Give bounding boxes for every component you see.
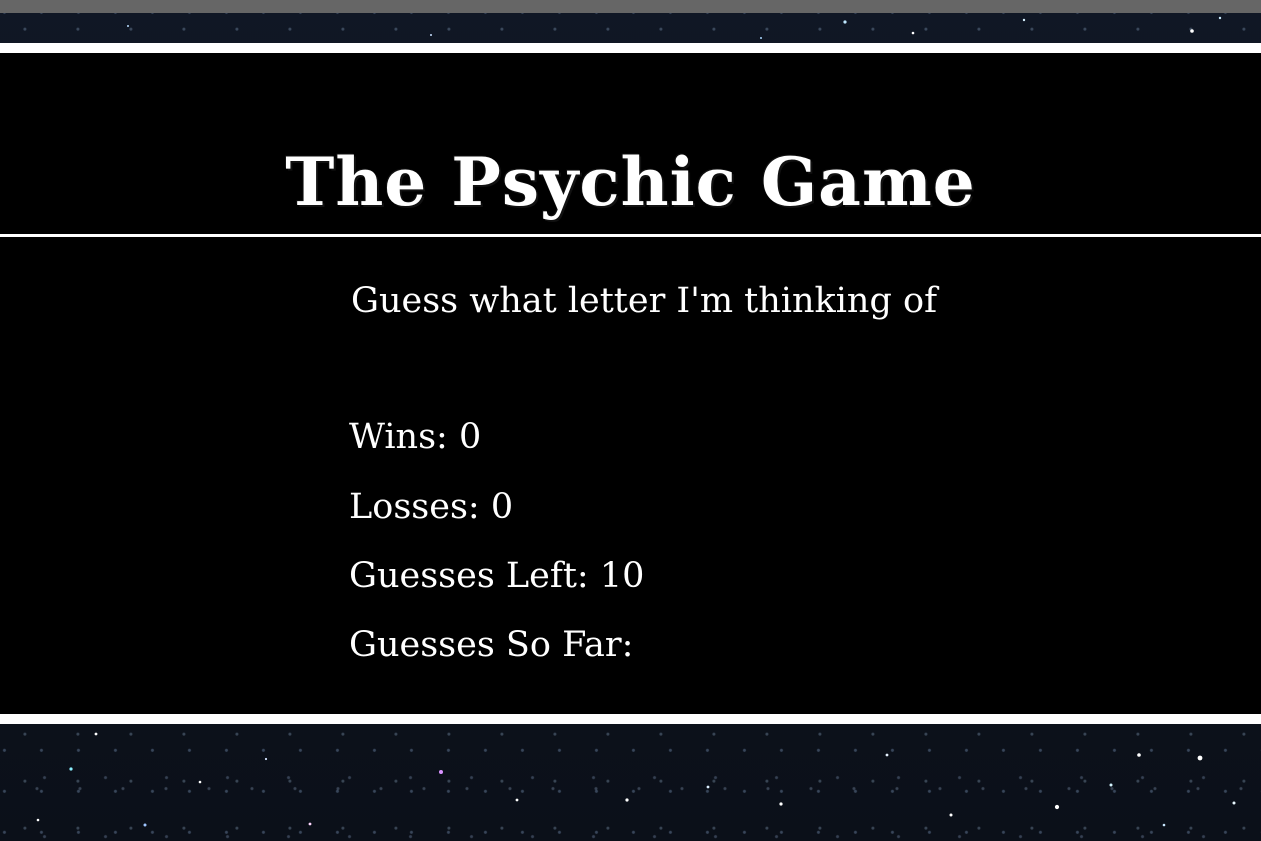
game-panel: Guess what letter I'm thinking of Wins: … (0, 237, 1261, 724)
losses-value: 0 (490, 487, 514, 527)
wins-value: 0 (458, 417, 482, 457)
top-bar (0, 0, 1261, 13)
losses-stat: Losses: 0 (349, 490, 513, 525)
game-instructions: Guess what letter I'm thinking of (351, 281, 938, 321)
guesses-so-far-stat: Guesses So Far: (349, 628, 633, 663)
losses-label: Losses: (349, 487, 491, 527)
wins-stat: Wins: 0 (349, 420, 481, 455)
starry-background-bottom (36, 732, 1236, 827)
guesses-left-stat: Guesses Left: 10 (349, 559, 644, 594)
title-panel: The Psychic Game (0, 43, 1261, 237)
guesses-left-value: 10 (599, 556, 645, 596)
guesses-left-label: Guesses Left: (349, 556, 600, 596)
wins-label: Wins: (349, 417, 459, 457)
page-title: The Psychic Game (285, 143, 976, 222)
guesses-so-far-label: Guesses So Far: (349, 625, 634, 665)
